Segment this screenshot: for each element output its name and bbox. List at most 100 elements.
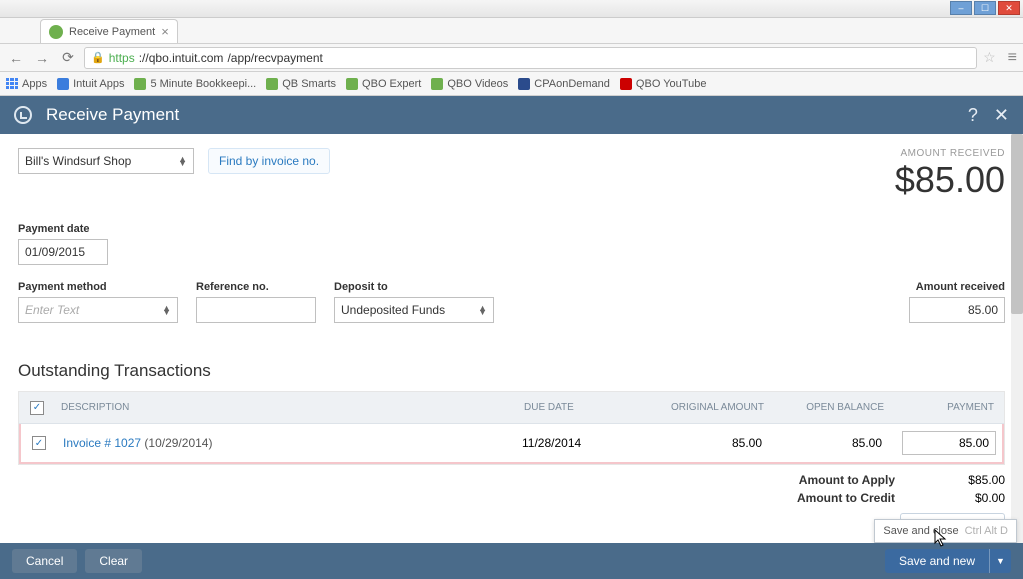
row-due-date: 11/28/2014 [522,436,622,450]
amount-received-field-label: Amount received [909,281,1005,293]
cancel-button[interactable]: Cancel [12,549,77,573]
bookmark-item[interactable]: QBO YouTube [620,78,707,90]
os-window-titlebar: – ☐ ✕ [0,0,1023,18]
amount-to-credit-value: $0.00 [935,491,1005,505]
favicon [266,78,278,90]
invoice-date: (10/29/2014) [144,436,212,450]
bookmark-label: QB Smarts [282,78,336,90]
apps-grid-icon [6,78,18,90]
col-payment: PAYMENT [894,402,1004,413]
col-description: DESCRIPTION [55,402,524,413]
address-bar[interactable]: 🔒 https ://qbo.intuit.com/app/recvpayment [84,47,977,69]
bookmark-apps[interactable]: Apps [6,78,47,90]
amount-to-apply-label: Amount to Apply [799,473,895,487]
scrollbar-thumb[interactable] [1011,134,1023,314]
select-all-checkbox[interactable]: ✓ [30,401,44,415]
favicon [134,78,146,90]
transactions-table: ✓ DESCRIPTION DUE DATE ORIGINAL AMOUNT O… [18,391,1005,465]
find-by-invoice-link[interactable]: Find by invoice no. [208,148,330,174]
window-maximize-button[interactable]: ☐ [974,1,996,15]
payment-method-label: Payment method [18,281,178,293]
history-icon[interactable] [14,106,32,124]
bookmark-item[interactable]: QBO Expert [346,78,421,90]
save-and-close-menu-item[interactable]: Save and close Ctrl Alt D [874,519,1017,543]
bookmark-label: Intuit Apps [73,78,124,90]
customer-select-value: Bill's Windsurf Shop [25,154,131,168]
deposit-to-select[interactable]: Undeposited Funds ▲▼ [334,297,494,323]
updown-icon: ▲▼ [478,306,487,314]
bookmark-item[interactable]: CPAonDemand [518,78,610,90]
url-host: ://qbo.intuit.com [139,51,224,65]
bookmark-label: CPAonDemand [534,78,610,90]
browser-tab-active[interactable]: Receive Payment × [40,19,178,43]
bookmark-star-icon[interactable]: ☆ [983,49,996,66]
customer-select[interactable]: Bill's Windsurf Shop ▲▼ [18,148,194,174]
bookmark-label: QBO YouTube [636,78,707,90]
invoice-link[interactable]: Invoice # 1027 [63,436,141,450]
reference-no-label: Reference no. [196,281,316,293]
back-button[interactable]: ← [6,48,26,68]
col-due-date: DUE DATE [524,402,624,413]
reference-no-input[interactable] [196,297,316,323]
bookmark-label: Apps [22,78,47,90]
favicon [346,78,358,90]
amount-to-credit-label: Amount to Credit [797,491,895,505]
save-and-close-shortcut: Ctrl Alt D [965,525,1008,537]
save-dropdown-toggle[interactable]: ▼ [989,549,1011,573]
window-minimize-button[interactable]: – [950,1,972,15]
updown-icon: ▲▼ [162,306,171,314]
bookmark-item[interactable]: QB Smarts [266,78,336,90]
scrollbar-track[interactable] [1011,134,1023,543]
save-split-button: Save and new ▼ [885,549,1011,573]
bookmark-label: QBO Videos [447,78,508,90]
browser-menu-icon[interactable]: ≡ [1008,49,1017,67]
window-controls: – ☐ ✕ [950,1,1020,15]
row-open-balance: 85.00 [772,436,892,450]
browser-toolbar: ← → ⟳ 🔒 https ://qbo.intuit.com/app/recvp… [0,44,1023,72]
summary-block: Amount to Apply $85.00 Amount to Credit … [18,473,1005,505]
payment-date-input[interactable]: 01/09/2015 [18,239,108,265]
main-content: Bill's Windsurf Shop ▲▼ Find by invoice … [0,134,1023,543]
col-original-amount: ORIGINAL AMOUNT [624,402,774,413]
close-panel-icon[interactable]: ✕ [994,105,1009,126]
row-original-amount: 85.00 [622,436,772,450]
col-open-balance: OPEN BALANCE [774,402,894,413]
amount-received-display: AMOUNT RECEIVED $85.00 [895,148,1005,201]
lock-icon: 🔒 [91,51,105,64]
bookmark-item[interactable]: 5 Minute Bookkeepi... [134,78,256,90]
tab-close-icon[interactable]: × [161,24,169,39]
row-checkbox[interactable]: ✓ [32,436,46,450]
favicon [431,78,443,90]
bookmarks-bar: Apps Intuit Apps 5 Minute Bookkeepi... Q… [0,72,1023,96]
clear-button[interactable]: Clear [85,549,142,573]
amount-received-input[interactable]: 85.00 [909,297,1005,323]
bookmark-item[interactable]: Intuit Apps [57,78,124,90]
page-title: Receive Payment [46,105,179,125]
bookmark-label: QBO Expert [362,78,421,90]
amount-received-label: AMOUNT RECEIVED [895,148,1005,159]
deposit-to-value: Undeposited Funds [341,303,445,317]
help-icon[interactable]: ? [968,105,978,126]
url-scheme: https [109,51,135,65]
amount-to-apply-value: $85.00 [935,473,1005,487]
qbo-favicon [49,25,63,39]
table-row: ✓ Invoice # 1027 (10/29/2014) 11/28/2014… [19,424,1004,464]
bookmark-label: 5 Minute Bookkeepi... [150,78,256,90]
deposit-to-label: Deposit to [334,281,494,293]
updown-icon: ▲▼ [178,157,187,165]
footer-bar: Cancel Clear Save and new ▼ [0,543,1023,579]
row-payment-input[interactable] [902,431,996,455]
browser-tabstrip: Receive Payment × [0,18,1023,44]
tab-title: Receive Payment [69,26,155,38]
forward-button[interactable]: → [32,48,52,68]
app-header: Receive Payment ? ✕ [0,96,1023,134]
favicon [57,78,69,90]
window-close-button[interactable]: ✕ [998,1,1020,15]
url-path: /app/recvpayment [227,51,322,65]
payment-method-placeholder: Enter Text [25,303,79,317]
save-and-new-button[interactable]: Save and new [885,549,989,573]
reload-button[interactable]: ⟳ [58,48,78,68]
bookmark-item[interactable]: QBO Videos [431,78,508,90]
table-header: ✓ DESCRIPTION DUE DATE ORIGINAL AMOUNT O… [19,392,1004,424]
payment-method-select[interactable]: Enter Text ▲▼ [18,297,178,323]
